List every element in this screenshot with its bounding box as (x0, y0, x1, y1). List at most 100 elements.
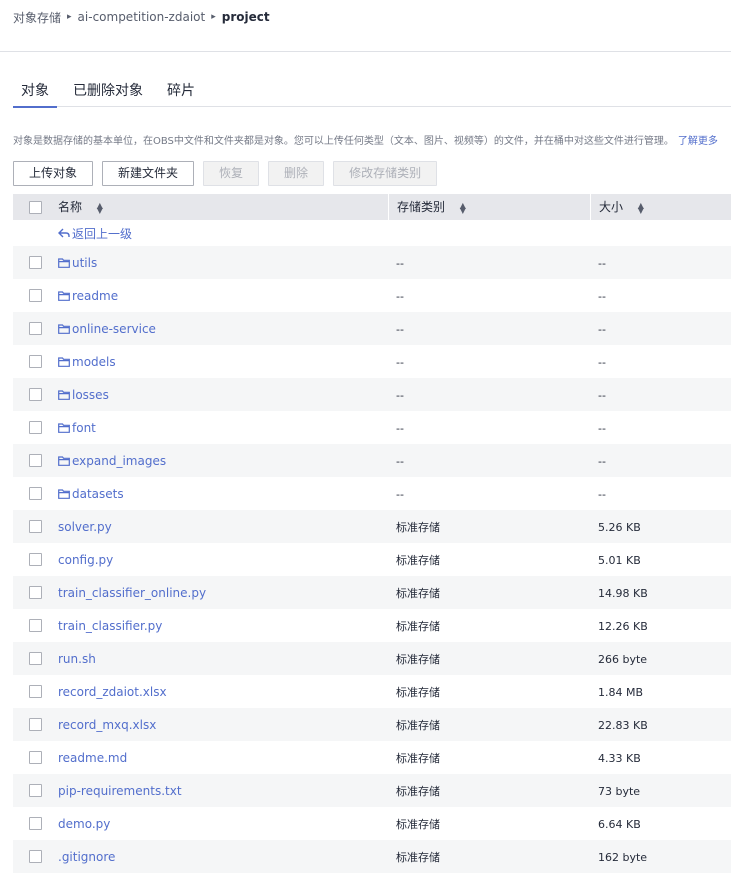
object-name-link[interactable]: record_mxq.xlsx (58, 718, 156, 732)
size-cell: -- (598, 289, 606, 303)
object-name-link[interactable]: solver.py (58, 520, 112, 534)
storage-class-cell: -- (396, 289, 404, 303)
tab-deleted-objects[interactable]: 已删除对象 (65, 80, 151, 107)
row-checkbox[interactable] (29, 322, 42, 335)
breadcrumb-current: project (221, 10, 270, 24)
row-checkbox[interactable] (29, 355, 42, 368)
table-row: readme -- -- (13, 279, 731, 312)
delete-button[interactable]: 删除 (268, 161, 325, 186)
size-cell: 73 byte (598, 784, 641, 798)
object-name-link[interactable]: readme (72, 289, 118, 303)
row-checkbox[interactable] (29, 520, 42, 533)
table-row: record_mxq.xlsx 标准存储 22.83 KB (13, 708, 731, 741)
table-row: font -- -- (13, 411, 731, 444)
size-cell: -- (598, 454, 606, 468)
object-name-link[interactable]: models (72, 355, 116, 369)
storage-class-cell: 标准存储 (396, 619, 440, 633)
storage-class-cell: 标准存储 (396, 817, 440, 831)
sort-icon[interactable]: ▲ ▼ (637, 201, 645, 214)
row-checkbox[interactable] (29, 421, 42, 434)
table-row: models -- -- (13, 345, 731, 378)
chevron-right-icon: ▸ (67, 12, 72, 22)
breadcrumb-bucket[interactable]: ai-competition-zdaiot (78, 10, 206, 24)
change-storage-class-button[interactable]: 修改存储类别 (333, 161, 438, 186)
table-row: pip-requirements.txt 标准存储 73 byte (13, 774, 731, 807)
row-checkbox[interactable] (29, 586, 42, 599)
back-to-parent-link[interactable]: 返回上一级 (72, 225, 132, 242)
sort-icon[interactable]: ▲ ▼ (96, 201, 104, 214)
row-checkbox[interactable] (29, 751, 42, 764)
table-row: config.py 标准存储 5.01 KB (13, 543, 731, 576)
object-name-link[interactable]: readme.md (58, 751, 127, 765)
object-name-link[interactable]: datasets (72, 487, 124, 501)
object-name-link[interactable]: utils (72, 256, 97, 270)
toolbar: 上传对象 新建文件夹 恢复 删除 修改存储类别 (13, 161, 446, 186)
description-text: 对象是数据存储的基本单位，在OBS中文件和文件夹都是对象。您可以上传任何类型（文… (13, 136, 674, 147)
row-checkbox[interactable] (29, 718, 42, 731)
tab-bar: 对象 已删除对象 碎片 (13, 80, 731, 108)
table-row: train_classifier.py 标准存储 12.26 KB (13, 609, 731, 642)
row-checkbox[interactable] (29, 487, 42, 500)
row-checkbox[interactable] (29, 454, 42, 467)
column-storage-header[interactable]: 存储类别 ▲ ▼ (388, 194, 590, 220)
column-size-header[interactable]: 大小 ▲ ▼ (590, 194, 731, 220)
storage-class-cell: -- (396, 388, 404, 402)
tab-objects[interactable]: 对象 (13, 80, 57, 108)
object-name-link[interactable]: expand_images (72, 454, 166, 468)
back-arrow-icon (58, 228, 70, 238)
row-checkbox[interactable] (29, 256, 42, 269)
row-checkbox[interactable] (29, 685, 42, 698)
storage-class-cell: -- (396, 487, 404, 501)
size-cell: 266 byte (598, 652, 648, 666)
row-checkbox[interactable] (29, 553, 42, 566)
folder-icon (58, 356, 70, 367)
object-name-link[interactable]: run.sh (58, 652, 96, 666)
object-name-link[interactable]: losses (72, 388, 109, 402)
object-name-link[interactable]: config.py (58, 553, 113, 567)
storage-class-cell: 标准存储 (396, 520, 440, 534)
size-cell: -- (598, 388, 606, 402)
learn-more-link[interactable]: 了解更多 (678, 136, 718, 147)
row-checkbox[interactable] (29, 652, 42, 665)
folder-icon (58, 323, 70, 334)
row-checkbox[interactable] (29, 619, 42, 632)
upload-object-button[interactable]: 上传对象 (13, 161, 94, 186)
storage-class-cell: 标准存储 (396, 718, 440, 732)
storage-class-cell: -- (396, 355, 404, 369)
sort-icon[interactable]: ▲ ▼ (459, 201, 467, 214)
row-checkbox[interactable] (29, 388, 42, 401)
folder-icon (58, 389, 70, 400)
object-name-link[interactable]: demo.py (58, 817, 110, 831)
description: 对象是数据存储的基本单位，在OBS中文件和文件夹都是对象。您可以上传任何类型（文… (13, 132, 718, 147)
storage-class-cell: 标准存储 (396, 850, 440, 864)
object-name-link[interactable]: train_classifier.py (58, 619, 162, 633)
size-cell: -- (598, 487, 606, 501)
object-name-link[interactable]: online-service (72, 322, 156, 336)
restore-button[interactable]: 恢复 (203, 161, 260, 186)
select-all-checkbox[interactable] (29, 200, 42, 214)
new-folder-button[interactable]: 新建文件夹 (102, 161, 195, 186)
row-checkbox[interactable] (29, 289, 42, 302)
table-row: demo.py 标准存储 6.64 KB (13, 807, 731, 840)
object-name-link[interactable]: font (72, 421, 96, 435)
size-cell: 5.01 KB (598, 553, 641, 567)
object-name-link[interactable]: train_classifier_online.py (58, 586, 206, 600)
breadcrumb: 对象存储 ▸ ai-competition-zdaiot ▸ project (13, 9, 270, 25)
object-name-link[interactable]: pip-requirements.txt (58, 784, 182, 798)
tab-fragments[interactable]: 碎片 (159, 80, 203, 107)
row-checkbox[interactable] (29, 784, 42, 797)
breadcrumb-root[interactable]: 对象存储 (13, 9, 61, 26)
row-checkbox[interactable] (29, 850, 42, 863)
object-name-link[interactable]: record_zdaiot.xlsx (58, 685, 167, 699)
size-cell: -- (598, 256, 606, 270)
folder-icon (58, 488, 70, 499)
row-checkbox[interactable] (29, 817, 42, 830)
table-row: expand_images -- -- (13, 444, 731, 477)
size-cell: 14.98 KB (598, 586, 648, 600)
object-name-link[interactable]: .gitignore (58, 850, 115, 864)
storage-class-cell: 标准存储 (396, 553, 440, 567)
size-cell: 5.26 KB (598, 520, 641, 534)
size-cell: -- (598, 421, 606, 435)
column-name-header[interactable]: 名称 ▲ ▼ (58, 194, 388, 220)
object-table: 名称 ▲ ▼ 存储类别 ▲ ▼ 大小 ▲ ▼ 返回上一级 utils -- -- readm… (13, 194, 731, 873)
